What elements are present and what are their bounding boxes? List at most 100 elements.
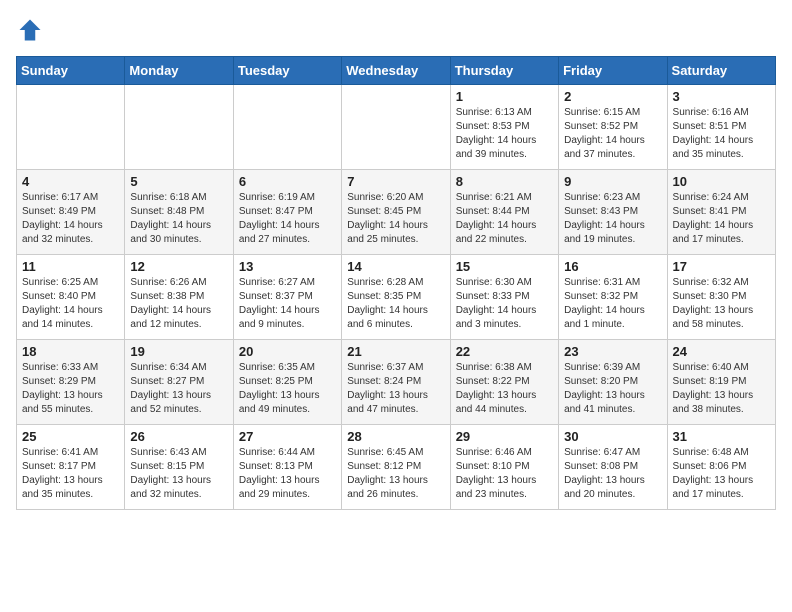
- calendar-cell: 25 Sunrise: 6:41 AM Sunset: 8:17 PM Dayli…: [17, 425, 125, 510]
- calendar-cell: 10Sunrise: 6:24 AM Sunset: 8:41 PM Dayli…: [667, 170, 775, 255]
- calendar-body: 1 Sunrise: 6:13 AM Sunset: 8:53 PM Daylig…: [17, 85, 776, 510]
- day-info: Sunrise: 6:35 AM Sunset: 8:25 PM Dayligh…: [239, 361, 336, 417]
- logo: [16, 16, 48, 44]
- day-number: 4: [22, 174, 119, 189]
- day-number: 11: [22, 259, 119, 274]
- day-number: 6: [239, 174, 336, 189]
- day-number: 27: [239, 429, 336, 444]
- day-number: 1: [456, 89, 553, 104]
- day-info: Sunrise: 6:31 AM Sunset: 8:32 PM Dayligh…: [564, 276, 661, 332]
- day-info: Sunrise: 6:41 AM Sunset: 8:17 PM Dayligh…: [22, 446, 119, 502]
- day-info: Sunrise: 6:43 AM Sunset: 8:15 PM Dayligh…: [130, 446, 227, 502]
- calendar-table: SundayMondayTuesdayWednesdayThursdayFrid…: [16, 56, 776, 510]
- day-number: 29: [456, 429, 553, 444]
- day-info: Sunrise: 6:19 AM Sunset: 8:47 PM Dayligh…: [239, 191, 336, 247]
- day-number: 20: [239, 344, 336, 359]
- calendar-cell: 2 Sunrise: 6:15 AM Sunset: 8:52 PM Daylig…: [559, 85, 667, 170]
- day-info: Sunrise: 6:23 AM Sunset: 8:43 PM Dayligh…: [564, 191, 661, 247]
- day-info: Sunrise: 6:48 AM Sunset: 8:06 PM Dayligh…: [673, 446, 770, 502]
- calendar-cell: 26 Sunrise: 6:43 AM Sunset: 8:15 PM Dayli…: [125, 425, 233, 510]
- day-info: Sunrise: 6:26 AM Sunset: 8:38 PM Dayligh…: [130, 276, 227, 332]
- calendar-cell: 27 Sunrise: 6:44 AM Sunset: 8:13 PM Dayli…: [233, 425, 341, 510]
- day-number: 25: [22, 429, 119, 444]
- week-row-1: 1 Sunrise: 6:13 AM Sunset: 8:53 PM Daylig…: [17, 85, 776, 170]
- calendar-cell: 9 Sunrise: 6:23 AM Sunset: 8:43 PM Daylig…: [559, 170, 667, 255]
- day-info: Sunrise: 6:38 AM Sunset: 8:22 PM Dayligh…: [456, 361, 553, 417]
- day-info: Sunrise: 6:47 AM Sunset: 8:08 PM Dayligh…: [564, 446, 661, 502]
- week-row-5: 25 Sunrise: 6:41 AM Sunset: 8:17 PM Dayli…: [17, 425, 776, 510]
- week-row-4: 18 Sunrise: 6:33 AM Sunset: 8:29 PM Dayli…: [17, 340, 776, 425]
- calendar-cell: [17, 85, 125, 170]
- calendar-cell: 15 Sunrise: 6:30 AM Sunset: 8:33 PM Dayli…: [450, 255, 558, 340]
- calendar-cell: 24Sunrise: 6:40 AM Sunset: 8:19 PM Dayli…: [667, 340, 775, 425]
- calendar-cell: 20 Sunrise: 6:35 AM Sunset: 8:25 PM Dayli…: [233, 340, 341, 425]
- week-row-3: 11 Sunrise: 6:25 AM Sunset: 8:40 PM Dayli…: [17, 255, 776, 340]
- day-info: Sunrise: 6:45 AM Sunset: 8:12 PM Dayligh…: [347, 446, 444, 502]
- page-header: [16, 16, 776, 44]
- header-monday: Monday: [125, 57, 233, 85]
- calendar-cell: 11 Sunrise: 6:25 AM Sunset: 8:40 PM Dayli…: [17, 255, 125, 340]
- day-info: Sunrise: 6:32 AM Sunset: 8:30 PM Dayligh…: [673, 276, 770, 332]
- day-number: 17: [673, 259, 770, 274]
- day-info: Sunrise: 6:44 AM Sunset: 8:13 PM Dayligh…: [239, 446, 336, 502]
- calendar-cell: 7 Sunrise: 6:20 AM Sunset: 8:45 PM Daylig…: [342, 170, 450, 255]
- day-number: 18: [22, 344, 119, 359]
- calendar-cell: 22 Sunrise: 6:38 AM Sunset: 8:22 PM Dayli…: [450, 340, 558, 425]
- day-number: 15: [456, 259, 553, 274]
- day-number: 14: [347, 259, 444, 274]
- header-row: SundayMondayTuesdayWednesdayThursdayFrid…: [17, 57, 776, 85]
- calendar-cell: [233, 85, 341, 170]
- day-info: Sunrise: 6:15 AM Sunset: 8:52 PM Dayligh…: [564, 106, 661, 162]
- calendar-cell: 16Sunrise: 6:31 AM Sunset: 8:32 PM Dayli…: [559, 255, 667, 340]
- day-number: 13: [239, 259, 336, 274]
- calendar-cell: 23Sunrise: 6:39 AM Sunset: 8:20 PM Dayli…: [559, 340, 667, 425]
- day-info: Sunrise: 6:25 AM Sunset: 8:40 PM Dayligh…: [22, 276, 119, 332]
- day-info: Sunrise: 6:20 AM Sunset: 8:45 PM Dayligh…: [347, 191, 444, 247]
- calendar-cell: 14 Sunrise: 6:28 AM Sunset: 8:35 PM Dayli…: [342, 255, 450, 340]
- header-sunday: Sunday: [17, 57, 125, 85]
- day-number: 22: [456, 344, 553, 359]
- day-info: Sunrise: 6:17 AM Sunset: 8:49 PM Dayligh…: [22, 191, 119, 247]
- calendar-cell: 30 Sunrise: 6:47 AM Sunset: 8:08 PM Dayli…: [559, 425, 667, 510]
- logo-icon: [16, 16, 44, 44]
- calendar-cell: 28 Sunrise: 6:45 AM Sunset: 8:12 PM Dayli…: [342, 425, 450, 510]
- header-saturday: Saturday: [667, 57, 775, 85]
- header-friday: Friday: [559, 57, 667, 85]
- calendar-cell: 21Sunrise: 6:37 AM Sunset: 8:24 PM Dayli…: [342, 340, 450, 425]
- day-number: 8: [456, 174, 553, 189]
- day-info: Sunrise: 6:33 AM Sunset: 8:29 PM Dayligh…: [22, 361, 119, 417]
- day-number: 7: [347, 174, 444, 189]
- day-info: Sunrise: 6:16 AM Sunset: 8:51 PM Dayligh…: [673, 106, 770, 162]
- day-info: Sunrise: 6:28 AM Sunset: 8:35 PM Dayligh…: [347, 276, 444, 332]
- day-info: Sunrise: 6:13 AM Sunset: 8:53 PM Dayligh…: [456, 106, 553, 162]
- day-number: 9: [564, 174, 661, 189]
- day-number: 12: [130, 259, 227, 274]
- day-number: 23: [564, 344, 661, 359]
- calendar-cell: 19 Sunrise: 6:34 AM Sunset: 8:27 PM Dayli…: [125, 340, 233, 425]
- calendar-cell: 6 Sunrise: 6:19 AM Sunset: 8:47 PM Daylig…: [233, 170, 341, 255]
- day-info: Sunrise: 6:34 AM Sunset: 8:27 PM Dayligh…: [130, 361, 227, 417]
- header-thursday: Thursday: [450, 57, 558, 85]
- calendar-cell: 31 Sunrise: 6:48 AM Sunset: 8:06 PM Dayli…: [667, 425, 775, 510]
- header-tuesday: Tuesday: [233, 57, 341, 85]
- day-info: Sunrise: 6:21 AM Sunset: 8:44 PM Dayligh…: [456, 191, 553, 247]
- day-number: 19: [130, 344, 227, 359]
- day-info: Sunrise: 6:27 AM Sunset: 8:37 PM Dayligh…: [239, 276, 336, 332]
- day-number: 2: [564, 89, 661, 104]
- calendar-cell: 29Sunrise: 6:46 AM Sunset: 8:10 PM Dayli…: [450, 425, 558, 510]
- day-number: 28: [347, 429, 444, 444]
- header-wednesday: Wednesday: [342, 57, 450, 85]
- day-number: 30: [564, 429, 661, 444]
- calendar-cell: 12 Sunrise: 6:26 AM Sunset: 8:38 PM Dayli…: [125, 255, 233, 340]
- calendar-cell: 8 Sunrise: 6:21 AM Sunset: 8:44 PM Daylig…: [450, 170, 558, 255]
- day-number: 5: [130, 174, 227, 189]
- calendar-cell: 18 Sunrise: 6:33 AM Sunset: 8:29 PM Dayli…: [17, 340, 125, 425]
- calendar-cell: 3 Sunrise: 6:16 AM Sunset: 8:51 PM Daylig…: [667, 85, 775, 170]
- day-number: 3: [673, 89, 770, 104]
- calendar-cell: 13 Sunrise: 6:27 AM Sunset: 8:37 PM Dayli…: [233, 255, 341, 340]
- day-number: 31: [673, 429, 770, 444]
- calendar-cell: [125, 85, 233, 170]
- calendar-cell: [342, 85, 450, 170]
- day-info: Sunrise: 6:30 AM Sunset: 8:33 PM Dayligh…: [456, 276, 553, 332]
- day-number: 26: [130, 429, 227, 444]
